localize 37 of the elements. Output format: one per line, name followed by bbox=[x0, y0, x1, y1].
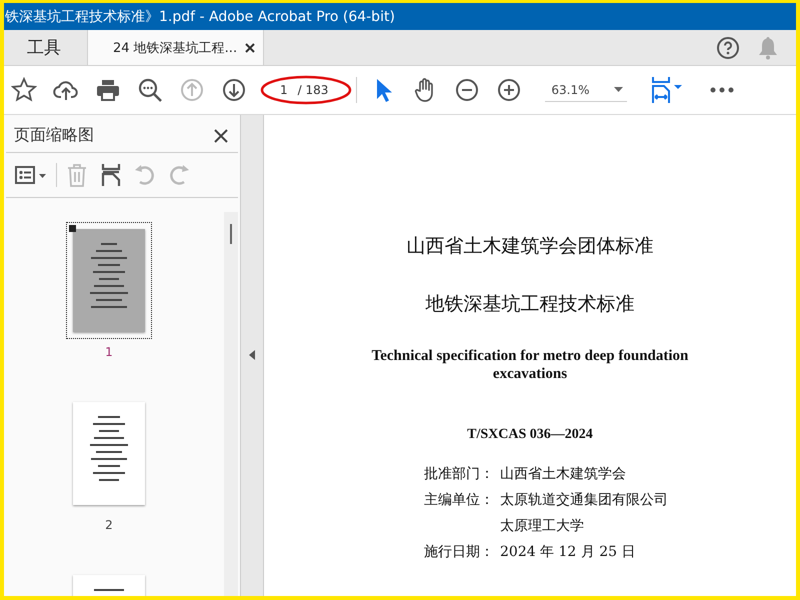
list-icon bbox=[14, 163, 48, 187]
standard-code: T/SXCAS 036—2024 bbox=[467, 427, 593, 443]
page-count: / 183 bbox=[298, 83, 328, 97]
scroll-bar[interactable] bbox=[224, 212, 238, 596]
insert-page-icon bbox=[99, 163, 123, 187]
more-icon bbox=[710, 87, 734, 93]
field-value: 山西省土木建筑学会 bbox=[500, 465, 626, 483]
field-label: 主编单位： bbox=[424, 491, 495, 509]
trash-icon bbox=[65, 163, 89, 187]
field-value: 太原轨道交通集团有限公司 bbox=[500, 491, 668, 509]
document-title: 地铁深基坑工程技术标准 bbox=[426, 292, 634, 317]
close-icon[interactable] bbox=[245, 42, 256, 52]
zoom-dropdown[interactable]: 63.1% bbox=[545, 78, 627, 102]
printer-icon bbox=[95, 77, 121, 103]
panel-title: 页面缩略图 bbox=[14, 125, 94, 146]
caret-icon bbox=[614, 87, 623, 92]
document-heading: 山西省土木建筑学会团体标准 bbox=[406, 234, 654, 259]
collapse-arrow-icon[interactable] bbox=[249, 350, 255, 360]
field-value: 2024 年 12 月 25 日 bbox=[500, 543, 636, 561]
rotate-left-icon bbox=[133, 163, 157, 187]
field-value: 太原理工大学 bbox=[500, 517, 584, 535]
close-icon[interactable] bbox=[214, 128, 228, 142]
page-number: 1 bbox=[105, 345, 113, 359]
window-title: 铁深基坑工程技术标准》1.pdf - Adobe Acrobat Pro (64-bit) bbox=[4, 8, 395, 26]
search-icon bbox=[137, 77, 163, 103]
zoom-in-icon bbox=[496, 77, 522, 103]
rotate-right-icon bbox=[167, 163, 191, 187]
tab[interactable]: 24 地铁深基坑工程... bbox=[88, 30, 264, 65]
help-icon[interactable] bbox=[716, 36, 740, 60]
zoom-out-icon bbox=[454, 77, 480, 103]
page-number-field[interactable]: 1 bbox=[280, 83, 288, 97]
page-number: 2 bbox=[105, 518, 113, 532]
field-label: 批准部门： bbox=[424, 465, 495, 483]
field-label: 施行日期： bbox=[424, 543, 495, 561]
star-icon bbox=[11, 77, 37, 103]
page-thumbnail[interactable] bbox=[66, 222, 152, 339]
english-title: Technical specification for metro deep foundation excavations bbox=[370, 347, 690, 383]
